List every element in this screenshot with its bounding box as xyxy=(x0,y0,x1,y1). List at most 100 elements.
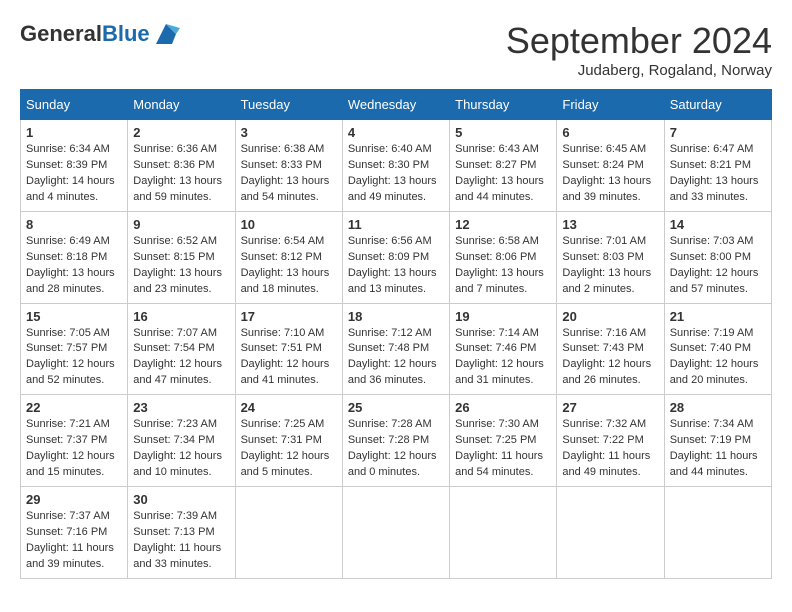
day-info: Sunrise: 7:37 AM Sunset: 7:16 PM Dayligh… xyxy=(26,509,122,573)
calendar-cell: 22 Sunrise: 7:21 AM Sunset: 7:37 PM Dayli… xyxy=(21,395,128,487)
day-number: 29 xyxy=(26,492,122,507)
day-info: Sunrise: 6:38 AM Sunset: 8:33 PM Dayligh… xyxy=(241,142,337,206)
calendar-cell: 3 Sunrise: 6:38 AM Sunset: 8:33 PM Daylig… xyxy=(235,120,342,212)
day-info: Sunrise: 6:47 AM Sunset: 8:21 PM Dayligh… xyxy=(670,142,766,206)
weekday-header-monday: Monday xyxy=(128,90,235,120)
day-info: Sunrise: 7:32 AM Sunset: 7:22 PM Dayligh… xyxy=(562,417,658,481)
day-info: Sunrise: 7:19 AM Sunset: 7:40 PM Dayligh… xyxy=(670,326,766,390)
day-number: 1 xyxy=(26,125,122,140)
day-number: 25 xyxy=(348,400,444,415)
title-block: September 2024 Judaberg, Rogaland, Norwa… xyxy=(506,20,772,79)
day-info: Sunrise: 7:25 AM Sunset: 7:31 PM Dayligh… xyxy=(241,417,337,481)
day-info: Sunrise: 6:49 AM Sunset: 8:18 PM Dayligh… xyxy=(26,234,122,298)
calendar-cell: 26 Sunrise: 7:30 AM Sunset: 7:25 PM Dayli… xyxy=(450,395,557,487)
day-number: 22 xyxy=(26,400,122,415)
day-info: Sunrise: 7:12 AM Sunset: 7:48 PM Dayligh… xyxy=(348,326,444,390)
day-number: 7 xyxy=(670,125,766,140)
calendar-cell xyxy=(664,487,771,579)
day-number: 13 xyxy=(562,217,658,232)
calendar-cell: 27 Sunrise: 7:32 AM Sunset: 7:22 PM Dayli… xyxy=(557,395,664,487)
day-number: 23 xyxy=(133,400,229,415)
calendar-cell: 11Sunrise: 6:56 AM Sunset: 8:09 PM Dayli… xyxy=(342,211,449,303)
page-header: GeneralBlue September 2024 Judaberg, Rog… xyxy=(20,20,772,79)
weekday-header-thursday: Thursday xyxy=(450,90,557,120)
calendar-cell: 8 Sunrise: 6:49 AM Sunset: 8:18 PM Daylig… xyxy=(21,211,128,303)
day-info: Sunrise: 6:58 AM Sunset: 8:06 PM Dayligh… xyxy=(455,234,551,298)
calendar-cell: 2 Sunrise: 6:36 AM Sunset: 8:36 PM Daylig… xyxy=(128,120,235,212)
calendar-cell: 28 Sunrise: 7:34 AM Sunset: 7:19 PM Dayli… xyxy=(664,395,771,487)
calendar-cell: 15Sunrise: 7:05 AM Sunset: 7:57 PM Dayli… xyxy=(21,303,128,395)
calendar-table: SundayMondayTuesdayWednesdayThursdayFrid… xyxy=(20,89,772,579)
calendar-cell xyxy=(235,487,342,579)
day-number: 5 xyxy=(455,125,551,140)
logo-blue: Blue xyxy=(102,21,150,46)
calendar-week-row: 22 Sunrise: 7:21 AM Sunset: 7:37 PM Dayli… xyxy=(21,395,772,487)
day-number: 17 xyxy=(241,309,337,324)
calendar-week-row: 8 Sunrise: 6:49 AM Sunset: 8:18 PM Daylig… xyxy=(21,211,772,303)
logo-general: General xyxy=(20,21,102,46)
day-info: Sunrise: 7:39 AM Sunset: 7:13 PM Dayligh… xyxy=(133,509,229,573)
day-info: Sunrise: 7:34 AM Sunset: 7:19 PM Dayligh… xyxy=(670,417,766,481)
calendar-cell: 21 Sunrise: 7:19 AM Sunset: 7:40 PM Dayli… xyxy=(664,303,771,395)
calendar-cell: 10 Sunrise: 6:54 AM Sunset: 8:12 PM Dayli… xyxy=(235,211,342,303)
day-number: 16 xyxy=(133,309,229,324)
day-number: 27 xyxy=(562,400,658,415)
location-subtitle: Judaberg, Rogaland, Norway xyxy=(506,62,772,79)
day-number: 19 xyxy=(455,309,551,324)
day-number: 20 xyxy=(562,309,658,324)
calendar-cell: 4Sunrise: 6:40 AM Sunset: 8:30 PM Daylig… xyxy=(342,120,449,212)
day-info: Sunrise: 7:21 AM Sunset: 7:37 PM Dayligh… xyxy=(26,417,122,481)
day-info: Sunrise: 7:30 AM Sunset: 7:25 PM Dayligh… xyxy=(455,417,551,481)
day-number: 10 xyxy=(241,217,337,232)
calendar-cell: 30Sunrise: 7:39 AM Sunset: 7:13 PM Dayli… xyxy=(128,487,235,579)
day-number: 11 xyxy=(348,217,444,232)
calendar-cell: 16Sunrise: 7:07 AM Sunset: 7:54 PM Dayli… xyxy=(128,303,235,395)
day-number: 2 xyxy=(133,125,229,140)
weekday-header-tuesday: Tuesday xyxy=(235,90,342,120)
calendar-cell: 18 Sunrise: 7:12 AM Sunset: 7:48 PM Dayli… xyxy=(342,303,449,395)
calendar-cell: 25 Sunrise: 7:28 AM Sunset: 7:28 PM Dayli… xyxy=(342,395,449,487)
day-number: 3 xyxy=(241,125,337,140)
day-info: Sunrise: 7:10 AM Sunset: 7:51 PM Dayligh… xyxy=(241,326,337,390)
calendar-cell: 24 Sunrise: 7:25 AM Sunset: 7:31 PM Dayli… xyxy=(235,395,342,487)
day-info: Sunrise: 7:23 AM Sunset: 7:34 PM Dayligh… xyxy=(133,417,229,481)
calendar-cell xyxy=(557,487,664,579)
calendar-cell: 7 Sunrise: 6:47 AM Sunset: 8:21 PM Daylig… xyxy=(664,120,771,212)
day-number: 18 xyxy=(348,309,444,324)
calendar-cell: 12Sunrise: 6:58 AM Sunset: 8:06 PM Dayli… xyxy=(450,211,557,303)
day-info: Sunrise: 6:34 AM Sunset: 8:39 PM Dayligh… xyxy=(26,142,122,206)
calendar-cell: 9 Sunrise: 6:52 AM Sunset: 8:15 PM Daylig… xyxy=(128,211,235,303)
day-info: Sunrise: 6:43 AM Sunset: 8:27 PM Dayligh… xyxy=(455,142,551,206)
day-number: 26 xyxy=(455,400,551,415)
day-info: Sunrise: 6:40 AM Sunset: 8:30 PM Dayligh… xyxy=(348,142,444,206)
day-info: Sunrise: 6:45 AM Sunset: 8:24 PM Dayligh… xyxy=(562,142,658,206)
day-info: Sunrise: 7:14 AM Sunset: 7:46 PM Dayligh… xyxy=(455,326,551,390)
day-number: 28 xyxy=(670,400,766,415)
day-info: Sunrise: 6:52 AM Sunset: 8:15 PM Dayligh… xyxy=(133,234,229,298)
calendar-cell xyxy=(342,487,449,579)
calendar-cell: 29 Sunrise: 7:37 AM Sunset: 7:16 PM Dayli… xyxy=(21,487,128,579)
day-info: Sunrise: 7:03 AM Sunset: 8:00 PM Dayligh… xyxy=(670,234,766,298)
day-number: 9 xyxy=(133,217,229,232)
weekday-header-wednesday: Wednesday xyxy=(342,90,449,120)
day-info: Sunrise: 7:28 AM Sunset: 7:28 PM Dayligh… xyxy=(348,417,444,481)
weekday-header-saturday: Saturday xyxy=(664,90,771,120)
calendar-cell: 17 Sunrise: 7:10 AM Sunset: 7:51 PM Dayli… xyxy=(235,303,342,395)
calendar-cell: 5 Sunrise: 6:43 AM Sunset: 8:27 PM Daylig… xyxy=(450,120,557,212)
day-number: 14 xyxy=(670,217,766,232)
day-info: Sunrise: 7:16 AM Sunset: 7:43 PM Dayligh… xyxy=(562,326,658,390)
day-info: Sunrise: 6:36 AM Sunset: 8:36 PM Dayligh… xyxy=(133,142,229,206)
calendar-cell: 6Sunrise: 6:45 AM Sunset: 8:24 PM Daylig… xyxy=(557,120,664,212)
logo-text: GeneralBlue xyxy=(20,21,150,47)
weekday-header-friday: Friday xyxy=(557,90,664,120)
calendar-week-row: 1 Sunrise: 6:34 AM Sunset: 8:39 PM Daylig… xyxy=(21,120,772,212)
day-number: 21 xyxy=(670,309,766,324)
calendar-week-row: 15Sunrise: 7:05 AM Sunset: 7:57 PM Dayli… xyxy=(21,303,772,395)
month-title: September 2024 xyxy=(506,20,772,62)
day-number: 24 xyxy=(241,400,337,415)
logo: GeneralBlue xyxy=(20,20,180,48)
calendar-week-row: 29 Sunrise: 7:37 AM Sunset: 7:16 PM Dayli… xyxy=(21,487,772,579)
calendar-cell: 14 Sunrise: 7:03 AM Sunset: 8:00 PM Dayli… xyxy=(664,211,771,303)
day-info: Sunrise: 6:54 AM Sunset: 8:12 PM Dayligh… xyxy=(241,234,337,298)
day-number: 8 xyxy=(26,217,122,232)
